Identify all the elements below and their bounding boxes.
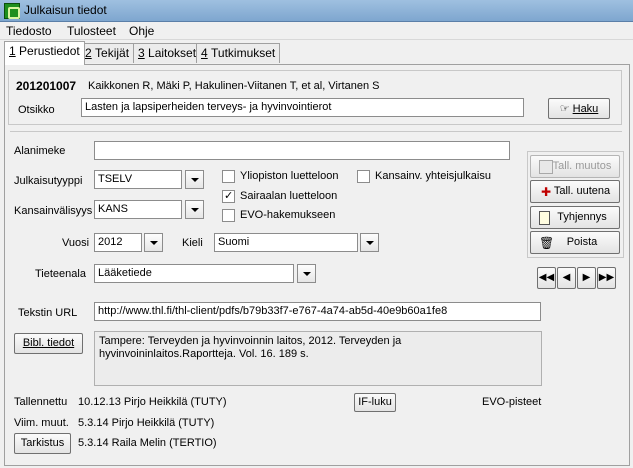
tall-uutena-button[interactable]: ✚ Tall. uutena xyxy=(530,180,620,203)
evo-label: EVO-hakemukseen xyxy=(240,209,336,221)
first-record-button[interactable]: ◀◀ xyxy=(537,267,556,289)
tyhjennys-label: Tyhjennys xyxy=(557,211,607,223)
tarkistus-button[interactable]: Tarkistus xyxy=(14,433,71,454)
tyhjennys-button[interactable]: Tyhjennys xyxy=(530,206,620,229)
record-authors: Kaikkonen R, Mäki P, Hakulinen-Viitanen … xyxy=(88,80,380,92)
julkaisutyyppi-dropdown-icon[interactable] xyxy=(185,170,204,189)
record-id: 201201007 xyxy=(16,79,77,93)
evo-checkbox[interactable] xyxy=(222,209,235,222)
tieteenala-dropdown-icon[interactable] xyxy=(297,264,316,283)
vuosi-dropdown-icon[interactable] xyxy=(144,233,163,252)
haku-button[interactable]: ☞ Haku xyxy=(548,98,610,119)
tieteenala-select[interactable]: Lääketiede xyxy=(94,264,294,283)
tab-tekijat[interactable]: 2 Tekijät xyxy=(80,43,135,63)
tarkistus-value: 5.3.14 Raila Melin (TERTIO) xyxy=(78,437,217,449)
otsikko-field[interactable]: Lasten ja lapsiperheiden terveys- ja hyv… xyxy=(81,98,524,117)
julkaisutyyppi-select[interactable]: TSELV xyxy=(94,170,182,189)
kieli-select[interactable]: Suomi xyxy=(214,233,358,252)
tab-label: Tekijät xyxy=(95,46,130,60)
menu-ohje[interactable]: Ohje xyxy=(129,24,154,38)
tab-tutkimukset[interactable]: 4 Tutkimukset xyxy=(196,43,281,63)
kansainvalisyys-label: Kansainvälisyys xyxy=(14,205,93,217)
save-new-icon: ✚ xyxy=(540,185,552,199)
bibl-tiedot-button[interactable]: Bibl. tiedot xyxy=(14,333,83,354)
kansainv-label: Kansainv. yhteisjulkaisu xyxy=(375,170,491,182)
viim-value: 5.3.14 Pirjo Heikkilä (TUTY) xyxy=(78,417,215,429)
kieli-dropdown-icon[interactable] xyxy=(360,233,379,252)
app-icon xyxy=(4,3,20,19)
url-field[interactable]: http://www.thl.fi/thl-client/pdfs/b79b33… xyxy=(94,302,541,321)
sairaala-label: Sairaalan luetteloon xyxy=(240,190,338,202)
hand-icon: ☞ xyxy=(559,103,570,115)
tab-number: 1 xyxy=(9,44,16,58)
viim-label: Viim. muut. xyxy=(14,417,69,429)
tab-number: 4 xyxy=(201,46,208,60)
tab-number: 2 xyxy=(85,46,92,60)
kansainv-checkbox[interactable] xyxy=(357,170,370,183)
save-icon xyxy=(539,160,553,174)
otsikko-label: Otsikko xyxy=(18,104,55,116)
tab-label: Tutkimukset xyxy=(211,46,276,60)
alanimeke-field[interactable] xyxy=(94,141,510,160)
if-luku-button[interactable]: IF-luku xyxy=(354,393,396,412)
alanimeke-label: Alanimeke xyxy=(14,145,66,157)
next-record-button[interactable]: ▶ xyxy=(577,267,596,289)
trash-icon: 🗑 xyxy=(539,236,555,250)
tab-number: 3 xyxy=(138,46,145,60)
yliopisto-checkbox[interactable] xyxy=(222,170,235,183)
haku-button-label: Haku xyxy=(572,103,599,115)
tab-laitokset[interactable]: 3 Laitokset xyxy=(133,43,202,63)
tallennettu-label: Tallennettu xyxy=(14,396,68,408)
bibl-text: Tampere: Terveyden ja hyvinvoinnin laito… xyxy=(94,331,542,386)
section-divider xyxy=(10,131,622,132)
tab-perustiedot[interactable]: 1 Perustiedot xyxy=(4,41,85,65)
last-record-button[interactable]: ▶▶ xyxy=(597,267,616,289)
tallennettu-value: 10.12.13 Pirjo Heikkilä (TUTY) xyxy=(78,396,227,408)
vuosi-select[interactable]: 2012 xyxy=(94,233,142,252)
julkaisutyyppi-label: Julkaisutyyppi xyxy=(14,175,83,187)
tab-label: Laitokset xyxy=(148,46,197,60)
tab-label: Perustiedot xyxy=(19,44,80,58)
kansainvalisyys-dropdown-icon[interactable] xyxy=(185,200,204,219)
evo-pisteet-label: EVO-pisteet xyxy=(482,396,542,408)
menu-tiedosto[interactable]: Tiedosto xyxy=(6,24,52,38)
document-icon xyxy=(539,211,550,225)
yliopisto-label: Yliopiston luetteloon xyxy=(240,170,339,182)
prev-record-button[interactable]: ◀ xyxy=(557,267,576,289)
kansainvalisyys-select[interactable]: KANS xyxy=(94,200,182,219)
kieli-label: Kieli xyxy=(182,237,203,249)
bibl-tiedot-label: Bibl. tiedot xyxy=(22,337,75,349)
menu-tulosteet[interactable]: Tulosteet xyxy=(67,24,116,38)
tieteenala-label: Tieteenala xyxy=(35,268,86,280)
tall-muutos-button[interactable]: Tall. muutos xyxy=(530,155,620,178)
poista-button[interactable]: 🗑 Poista xyxy=(530,231,620,254)
url-label: Tekstin URL xyxy=(18,307,78,319)
poista-label: Poista xyxy=(566,236,598,248)
sairaala-checkbox[interactable] xyxy=(222,189,235,203)
window-title: Julkaisun tiedot xyxy=(24,3,107,17)
vuosi-label: Vuosi xyxy=(62,237,90,249)
